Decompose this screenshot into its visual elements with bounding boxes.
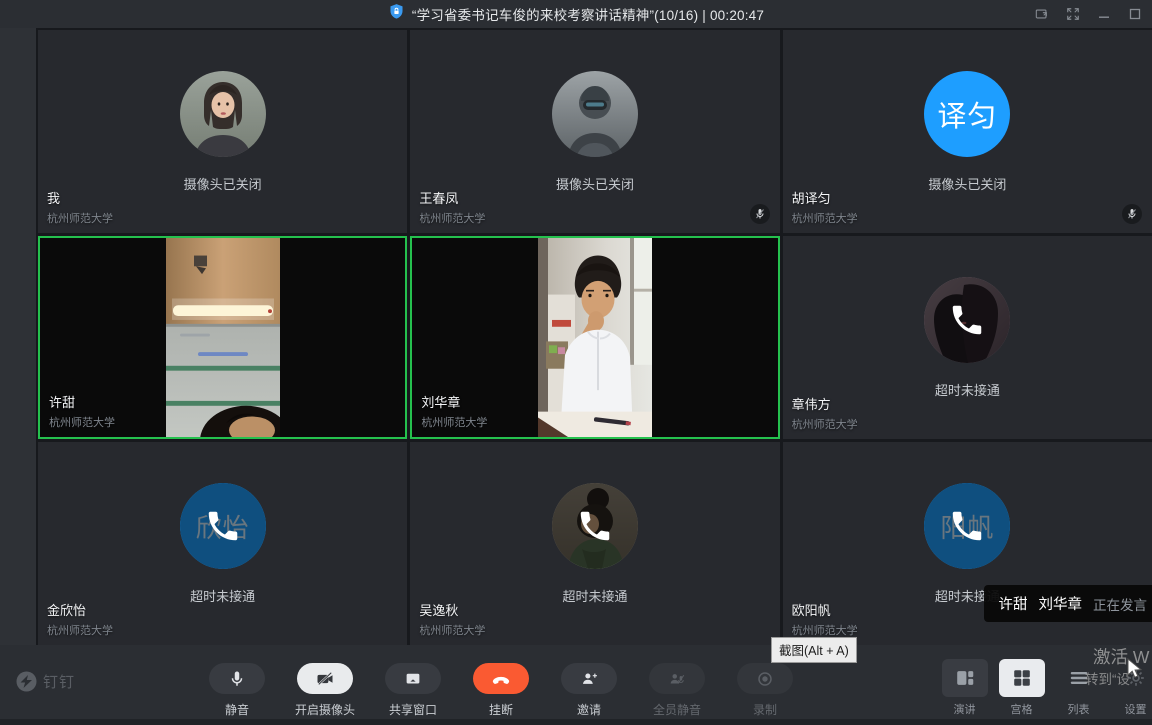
participant-name: 章伟方 xyxy=(792,394,858,413)
fullscreen-icon[interactable] xyxy=(1065,7,1080,22)
avatar: 译匀 xyxy=(924,71,1010,157)
participant-org: 杭州师范大学 xyxy=(419,622,485,638)
hang-up-button[interactable]: 挂断 xyxy=(457,663,545,718)
participant-name: 欧阳帆 xyxy=(792,600,858,619)
view-controls: 演讲 宫格 列表 设置 xyxy=(936,659,1152,717)
participant-tile-speaking[interactable]: 许甜 杭州师范大学 xyxy=(38,236,407,439)
avatar xyxy=(552,483,638,569)
participant-org: 杭州师范大学 xyxy=(49,414,115,430)
title-bar: “学习省委书记车俊的来校考察讲话精神”(10/16) | 00:20:47 xyxy=(0,0,1152,28)
microphone-icon xyxy=(209,663,265,694)
list-view-button[interactable]: 列表 xyxy=(1050,659,1107,717)
nameplate: 许甜 杭州师范大学 xyxy=(49,392,115,430)
nameplate: 王春凤 杭州师范大学 xyxy=(419,188,485,226)
shield-lock-icon xyxy=(388,3,405,25)
participant-name: 我 xyxy=(47,188,113,207)
share-window-icon xyxy=(385,663,441,694)
speaking-banner: 许甜 刘华章 正在发言 xyxy=(984,585,1152,622)
mute-all-icon xyxy=(649,663,705,694)
participant-tile[interactable]: 超时未接通 章伟方 杭州师范大学 xyxy=(783,236,1152,439)
nameplate: 金欣怡 杭州师范大学 xyxy=(47,600,113,638)
invite-button[interactable]: 邀请 xyxy=(545,663,633,718)
grid-view-button[interactable]: 宫格 xyxy=(993,659,1050,717)
avatar: 阳帆 xyxy=(924,483,1010,569)
participant-tile[interactable]: 欣怡 超时未接通 金欣怡 杭州师范大学 xyxy=(38,442,407,645)
speaking-name: 许甜 xyxy=(999,593,1028,614)
nameplate: 欧阳帆 杭州师范大学 xyxy=(792,600,858,638)
screenshot-tooltip: 截图(Alt + A) xyxy=(771,637,857,663)
participant-org: 杭州师范大学 xyxy=(792,622,858,638)
microphone-muted-icon xyxy=(750,204,770,224)
participant-tile[interactable]: 译匀 摄像头已关闭 胡译匀 杭州师范大学 xyxy=(783,30,1152,233)
participant-name: 王春凤 xyxy=(419,188,485,207)
minimize-icon[interactable] xyxy=(1096,7,1111,22)
nameplate: 章伟方 杭州师范大学 xyxy=(792,394,858,432)
speaking-suffix: 正在发言 xyxy=(1093,594,1147,614)
meeting-title: “学习省委书记车俊的来校考察讲话精神”(10/16) | 00:20:47 xyxy=(412,4,764,24)
avatar xyxy=(924,277,1010,363)
nameplate: 吴逸秋 杭州师范大学 xyxy=(419,600,485,638)
speaking-name: 刘华章 xyxy=(1039,593,1083,614)
microphone-muted-icon xyxy=(1122,204,1142,224)
nameplate: 我 杭州师范大学 xyxy=(47,188,113,226)
participant-tile-speaking[interactable]: 刘华章 杭州师范大学 xyxy=(410,236,779,439)
participant-grid: 摄像头已关闭 我 杭州师范大学 摄像头已关闭 xyxy=(36,28,1152,645)
participant-org: 杭州师范大学 xyxy=(419,210,485,226)
avatar-initials: 译匀 xyxy=(937,93,997,135)
speaker-view-button[interactable]: 演讲 xyxy=(936,659,993,717)
participant-org: 杭州师范大学 xyxy=(792,210,858,226)
mute-button[interactable]: 静音 xyxy=(193,663,281,718)
record-button[interactable]: 录制 xyxy=(721,663,809,718)
record-icon xyxy=(737,663,793,694)
grid-view-icon xyxy=(999,659,1045,697)
participant-name: 刘华章 xyxy=(421,392,487,411)
meeting-main-area: 摄像头已关闭 我 杭州师范大学 摄像头已关闭 xyxy=(0,28,1152,645)
call-controls: 静音 开启摄像头 共享窗口 挂断 邀请 xyxy=(193,663,809,718)
share-window-button[interactable]: 共享窗口 xyxy=(369,663,457,718)
participant-org: 杭州师范大学 xyxy=(47,622,113,638)
phone-missed-icon xyxy=(552,483,638,569)
participant-name: 许甜 xyxy=(49,392,115,411)
participant-org: 杭州师范大学 xyxy=(792,416,858,432)
list-view-icon xyxy=(1056,659,1102,697)
phone-missed-icon xyxy=(180,483,266,569)
nameplate: 胡译匀 杭州师范大学 xyxy=(792,188,858,226)
invite-icon xyxy=(561,663,617,694)
control-toolbar: 钉钉 静音 开启摄像头 共享窗口 挂断 xyxy=(0,645,1152,725)
phone-missed-icon xyxy=(924,483,1010,569)
avatar: 欣怡 xyxy=(180,483,266,569)
float-window-icon[interactable] xyxy=(1034,7,1049,22)
participant-tile[interactable]: 摄像头已关闭 王春凤 杭州师范大学 xyxy=(410,30,779,233)
participant-name: 金欣怡 xyxy=(47,600,113,619)
video-feed xyxy=(166,238,280,437)
participant-tile[interactable]: 超时未接通 吴逸秋 杭州师范大学 xyxy=(410,442,779,645)
camera-off-icon xyxy=(297,663,353,694)
dingtalk-logo: 钉钉 xyxy=(16,671,75,692)
open-camera-button[interactable]: 开启摄像头 xyxy=(281,663,369,718)
speaker-view-icon xyxy=(942,659,988,697)
mouse-cursor xyxy=(1127,658,1143,685)
participant-tile-me[interactable]: 摄像头已关闭 我 杭州师范大学 xyxy=(38,30,407,233)
avatar xyxy=(180,71,266,157)
phone-missed-icon xyxy=(924,277,1010,363)
participant-name: 胡译匀 xyxy=(792,188,858,207)
nameplate: 刘华章 杭州师范大学 xyxy=(421,392,487,430)
avatar xyxy=(552,71,638,157)
mute-all-button[interactable]: 全员静音 xyxy=(633,663,721,718)
participant-org: 杭州师范大学 xyxy=(47,210,113,226)
hang-up-icon xyxy=(473,663,529,694)
dingtalk-logo-text: 钉钉 xyxy=(43,671,75,692)
video-feed xyxy=(538,238,652,437)
participant-org: 杭州师范大学 xyxy=(421,414,487,430)
maximize-icon[interactable] xyxy=(1127,7,1142,22)
participant-name: 吴逸秋 xyxy=(419,600,485,619)
